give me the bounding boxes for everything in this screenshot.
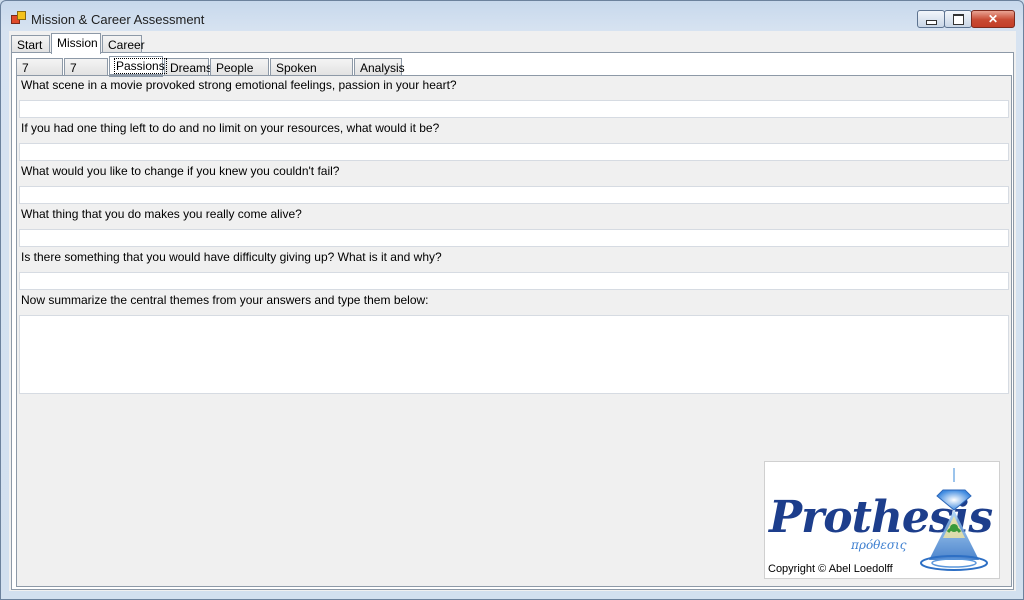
- summary-textarea[interactable]: [19, 315, 1009, 394]
- question-4-input[interactable]: [19, 229, 1009, 247]
- tab-spoken-words[interactable]: Spoken Words: [270, 58, 353, 94]
- window-controls: ✕: [917, 10, 1015, 28]
- minimize-button[interactable]: [917, 10, 945, 28]
- app-icon[interactable]: [11, 11, 26, 25]
- passions-panel: What scene in a movie provoked strong em…: [16, 75, 1012, 587]
- diamond-hourglass-icon: [920, 468, 988, 571]
- tab-start[interactable]: Start: [11, 35, 50, 53]
- tab-analysis[interactable]: Analysis: [354, 58, 405, 76]
- tab-people-id[interactable]: People ID: [210, 58, 269, 94]
- title-bar[interactable]: Mission & Career Assessment ✕: [1, 1, 1023, 35]
- close-button[interactable]: ✕: [971, 10, 1015, 28]
- question-2-input[interactable]: [19, 143, 1009, 161]
- tab-mission[interactable]: Mission: [51, 33, 101, 54]
- window-title: Mission & Career Assessment: [31, 12, 205, 27]
- main-tab-strip: Start Mission Career: [11, 31, 145, 54]
- question-2-label: If you had one thing left to do and no l…: [21, 121, 440, 135]
- question-4-label: What thing that you do makes you really …: [21, 207, 302, 221]
- tab-7-skills[interactable]: 7 Skills: [64, 58, 108, 94]
- maximize-button[interactable]: [944, 10, 972, 28]
- logo-greek-text: πρόθεσις: [851, 538, 907, 552]
- question-3-label: What would you like to change if you kne…: [21, 164, 340, 178]
- question-5-label: Is there something that you would have d…: [21, 250, 442, 264]
- copyright-text: Copyright © Abel Loedolff: [768, 563, 893, 575]
- tab-career[interactable]: Career: [102, 35, 145, 53]
- tab-passions[interactable]: Passions: [109, 56, 167, 77]
- question-1-label: What scene in a movie provoked strong em…: [21, 78, 457, 92]
- close-icon: ✕: [987, 12, 999, 26]
- question-5-input[interactable]: [19, 272, 1009, 290]
- maximize-icon: [953, 14, 964, 25]
- app-window: Mission & Career Assessment ✕ Start Miss…: [0, 0, 1024, 600]
- tab-passions-label: Passions: [114, 58, 167, 74]
- client-area: Start Mission Career 7 Roles 7 Skills Pa…: [9, 31, 1016, 591]
- minimize-icon: [926, 20, 937, 25]
- mission-tab-panel: 7 Roles 7 Skills Passions Dreams People …: [11, 52, 1014, 590]
- tab-7-roles[interactable]: 7 Roles: [16, 58, 63, 94]
- mission-tab-strip: 7 Roles 7 Skills Passions Dreams People …: [16, 54, 405, 94]
- question-3-input[interactable]: [19, 186, 1009, 204]
- prothesis-logo: Prothesis πρόθεσις Copyright © Abel Loed…: [764, 461, 1000, 579]
- summary-label: Now summarize the central themes from yo…: [21, 293, 429, 307]
- question-1-input[interactable]: [19, 100, 1009, 118]
- tab-dreams[interactable]: Dreams: [164, 58, 212, 76]
